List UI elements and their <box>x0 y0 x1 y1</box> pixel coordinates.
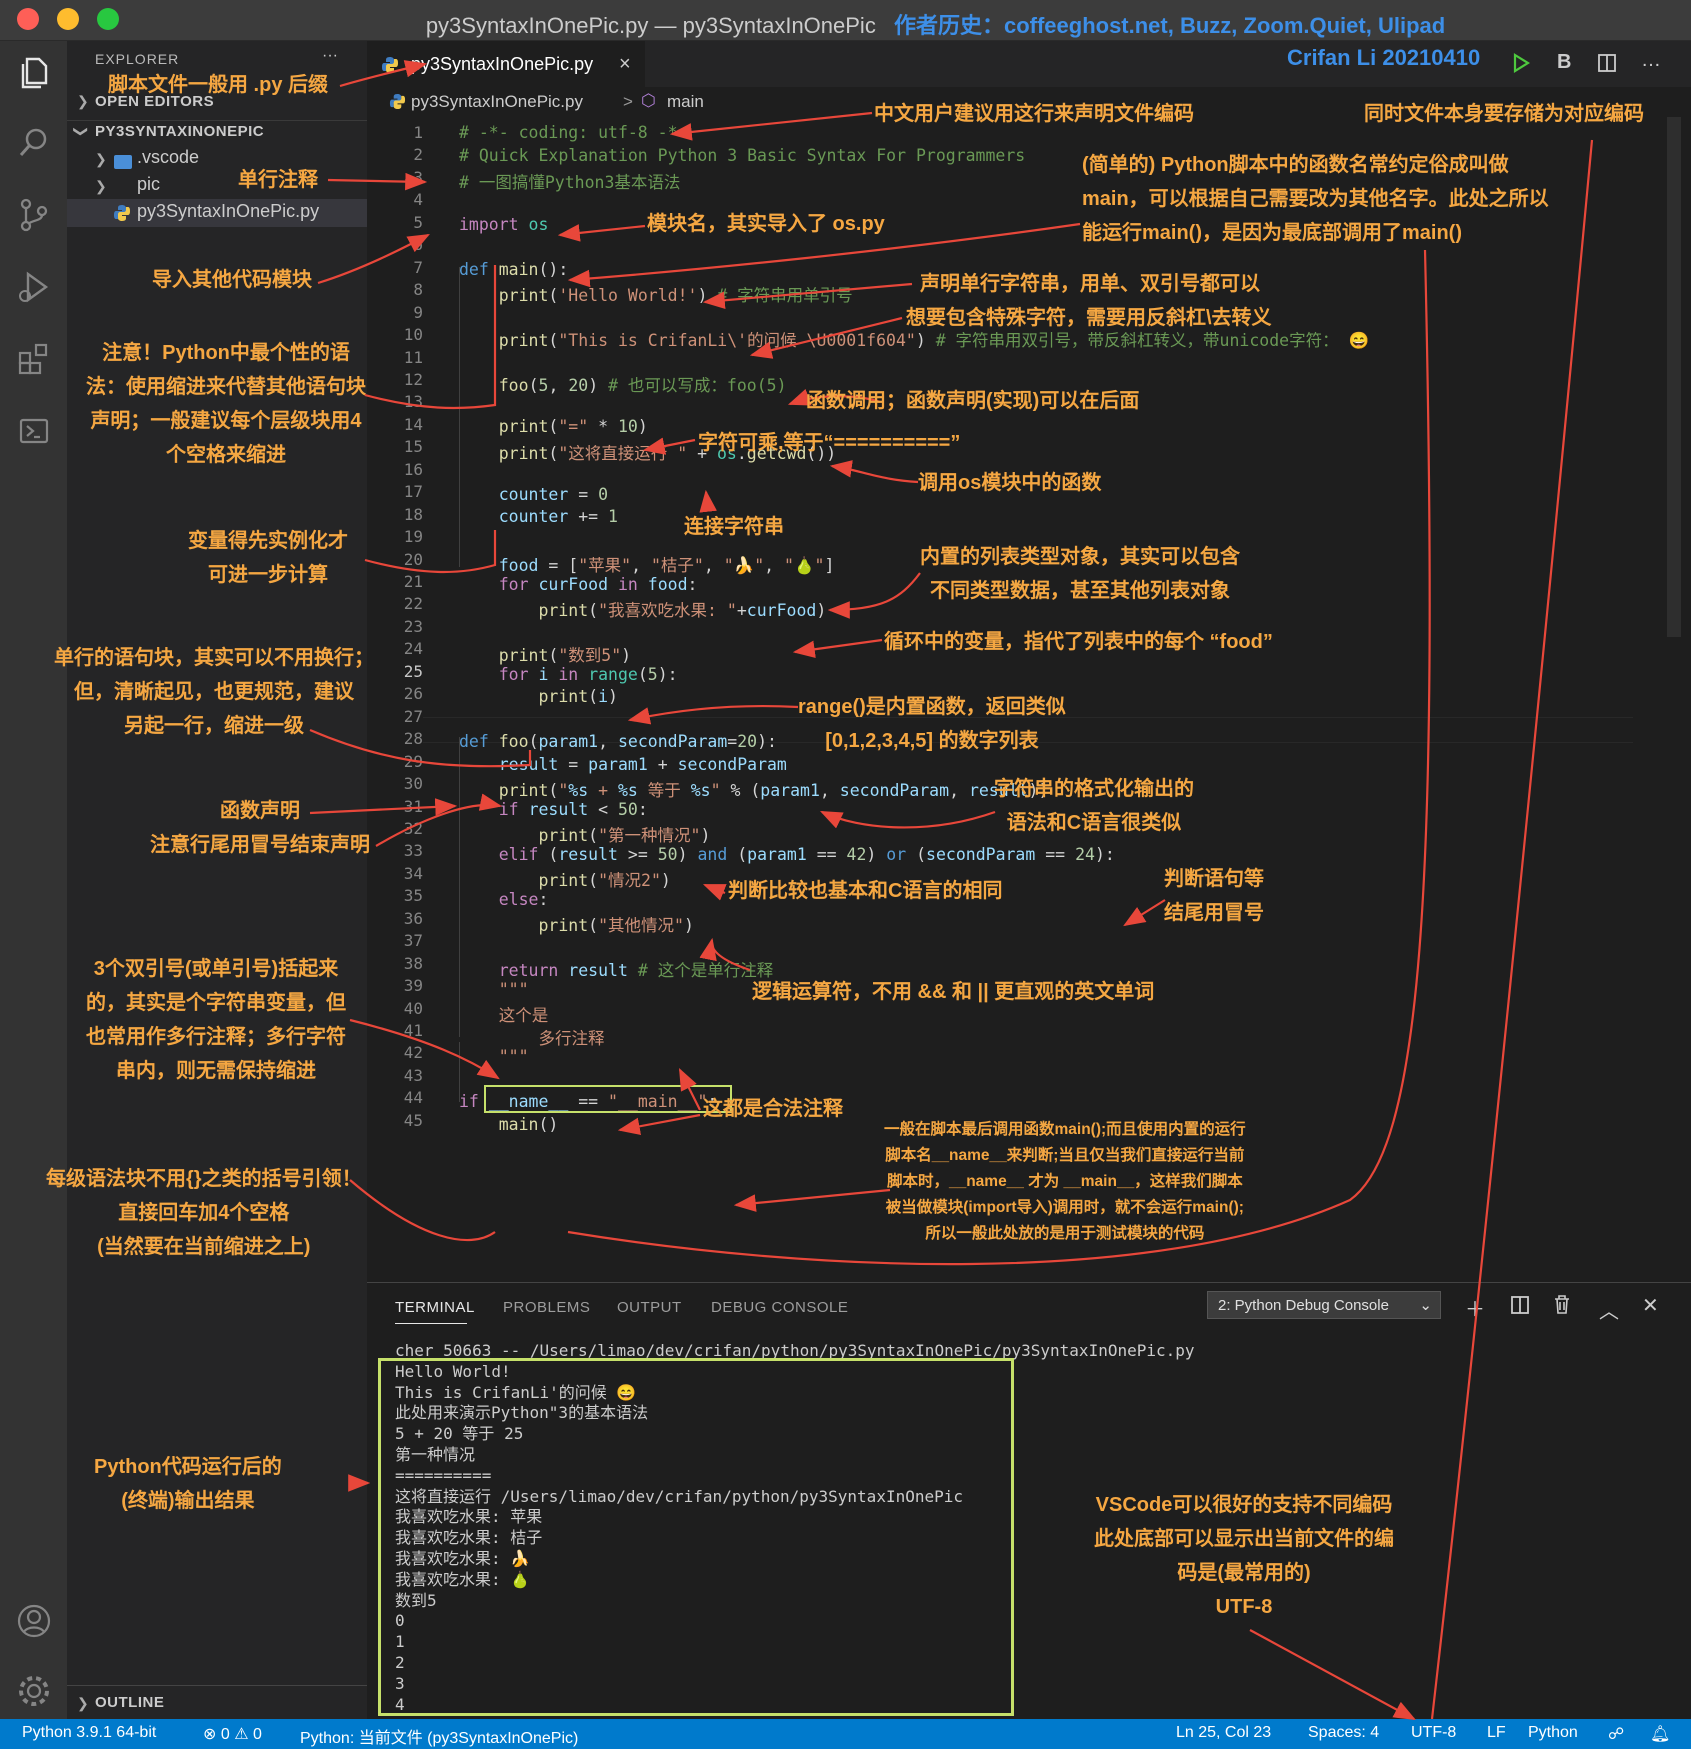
annotation-line: 单行的语句块，其实可以不用换行； <box>54 647 374 669</box>
annotation-os-func: 调用os模块中的函数 <box>918 472 1102 494</box>
annotation-line: 此处底部可以显示出当前文件的编 <box>1094 1528 1394 1550</box>
annotation-terminal-output: Python代码运行后的 (终端)输出结果 <box>94 1450 282 1518</box>
annotation-format: 字符串的格式化输出的 语法和C语言很类似 <box>994 772 1194 840</box>
annotation-main-name: (简单的) Python脚本中的函数名常约定俗成叫做 main，可以根据自己需要… <box>1082 148 1549 250</box>
annotation-line: 另起一行，缩进一级 <box>124 715 304 737</box>
annotation-line: (终端)输出结果 <box>121 1490 255 1512</box>
annotation-line: 字符串的格式化输出的 <box>994 778 1194 800</box>
annotation-vscode-encoding: VSCode可以很好的支持不同编码 此处底部可以显示出当前文件的编 码是(最常用… <box>1094 1488 1394 1624</box>
annotation-line: 可进一步计算 <box>208 564 328 586</box>
annotation-line: VSCode可以很好的支持不同编码 <box>1095 1494 1393 1516</box>
annotation-line: 变量得先实例化才 <box>188 530 348 552</box>
annotation-line: 所以一般此处放的是用于测试模块的代码 <box>925 1225 1205 1242</box>
annotation-line: 法：使用缩进来代替其他语句块 <box>86 376 366 398</box>
annotation-no-braces: 每级语法块不用{}之类的括号引领！ 直接回车加4个空格 (当然要在当前缩进之上) <box>46 1162 362 1264</box>
annotation-escape: 想要包含特殊字符，需要用反斜杠\去转义 <box>906 307 1272 329</box>
annotation-line: 语法和C语言很类似 <box>1006 812 1182 834</box>
annotation-encoding-decl: 中文用户建议用这行来声明文件编码 <box>874 103 1194 125</box>
annotation-line: 个空格来缩进 <box>166 444 286 466</box>
annotation-line: range()是内置函数，返回类似 <box>798 696 1066 718</box>
vscode-window: py3SyntaxInOnePic.py — py3SyntaxInOnePic… <box>0 0 1691 1749</box>
annotation-string: 声明单行字符串，用单、双引号都可以 <box>920 273 1260 295</box>
annotation-line: UTF-8 <box>1215 1596 1273 1618</box>
annotation-variable: 变量得先实例化才 可进一步计算 <box>188 524 348 592</box>
annotation-triple-quotes: 3个双引号(或单引号)括起来 的，其实是个字符串变量，但 也常用作多行注释；多行… <box>86 952 346 1088</box>
annotation-logic: 逻辑运算符，不用 && 和 || 更直观的英文单词 <box>752 981 1155 1003</box>
annotation-line: 判断语句等 <box>1164 868 1264 890</box>
annotation-name-main: 一般在脚本最后调用函数main();而且使用内置的运行 脚本名__name__来… <box>884 1117 1246 1247</box>
annotation-import: 导入其他代码模块 <box>152 269 312 291</box>
annotation-line: 直接回车加4个空格 <box>118 1202 290 1224</box>
annotation-line: 一般在脚本最后调用函数main();而且使用内置的运行 <box>884 1121 1246 1138</box>
annotation-line: (当然要在当前缩进之上) <box>97 1236 311 1258</box>
annotation-call: 函数调用；函数声明(实现)可以在后面 <box>806 390 1140 412</box>
annotation-line: 3个双引号(或单引号)括起来 <box>93 958 339 980</box>
annotation-loop-var: 循环中的变量，指代了列表中的每个 “food” <box>884 631 1273 653</box>
annotation-line: (简单的) Python脚本中的函数名常约定俗成叫做 <box>1082 154 1509 176</box>
annotation-indent: 注意！Python中最个性的语 法：使用缩进来代替其他语句块 声明；一般建议每个… <box>86 336 366 472</box>
annotation-colon: 判断语句等 结尾用冒号 <box>1164 862 1264 930</box>
annotation-compare: 判断比较也基本和C语言的相同 <box>728 880 1003 902</box>
annotation-line: 也常用作多行注释；多行字符 <box>86 1026 346 1048</box>
annotation-line: 被当做模块(import导入)调用时，就不会运行main(); <box>885 1199 1244 1216</box>
annotation-line: main，可以根据自己需要改为其他名字。此处之所以 <box>1082 188 1549 210</box>
annotation-line: 内置的列表类型对象，其实可以包含 <box>920 546 1240 568</box>
annotation-line: 不同类型数据，甚至其他列表对象 <box>930 580 1230 602</box>
annotation-line: Python代码运行后的 <box>94 1456 282 1478</box>
annotation-line: 但，清晰起见，也更规范，建议 <box>74 681 354 703</box>
annotation-one-line-block: 单行的语句块，其实可以不用换行； 但，清晰起见，也更规范，建议 另起一行，缩进一… <box>54 641 374 743</box>
annotation-legal-comment: 这都是合法注释 <box>703 1098 843 1120</box>
annotation-line: 能运行main()，是因为最底部调用了main() <box>1082 222 1462 244</box>
annotation-single-comment: 单行注释 <box>238 169 318 191</box>
annotation-line: 结尾用冒号 <box>1164 902 1264 924</box>
annotation-line: [0,1,2,3,4,5] 的数字列表 <box>825 730 1039 752</box>
annotation-line: 声明；一般建议每个层级块用4 <box>90 410 362 432</box>
annotation-line: 每级语法块不用{}之类的括号引领！ <box>46 1168 362 1190</box>
annotation-func-decl: 函数声明 注意行尾用冒号结束声明 <box>150 794 370 862</box>
annotation-line: 脚本名__name__来判断;当且仅当我们直接运行当前 <box>885 1147 1245 1164</box>
annotation-range: range()是内置函数，返回类似 [0,1,2,3,4,5] 的数字列表 <box>798 690 1066 758</box>
annotation-py-suffix: 脚本文件一般用 .py 后缀 <box>108 74 329 96</box>
annotation-line: 串内，则无需保持缩进 <box>116 1060 316 1082</box>
annotation-line: 码是(最常用的) <box>1177 1562 1311 1584</box>
annotation-concat: 连接字符串 <box>684 516 784 538</box>
annotation-list: 内置的列表类型对象，其实可以包含 不同类型数据，甚至其他列表对象 <box>920 540 1240 608</box>
annotation-mult: 字符可乘,等于“==========” <box>698 432 961 454</box>
annotation-line: 函数声明 <box>220 800 300 822</box>
annotation-line: 脚本时，__name__ 才为 __main__，这样我们脚本 <box>886 1173 1243 1190</box>
annotation-line: 注意！Python中最个性的语 <box>102 342 350 364</box>
annotation-module: 模块名，其实导入了 os.py <box>647 213 885 235</box>
annotation-line: 注意行尾用冒号结束声明 <box>150 834 370 856</box>
annotation-line: 的，其实是个字符串变量，但 <box>86 992 346 1014</box>
annotation-file-encoding: 同时文件本身要存储为对应编码 <box>1364 103 1644 125</box>
